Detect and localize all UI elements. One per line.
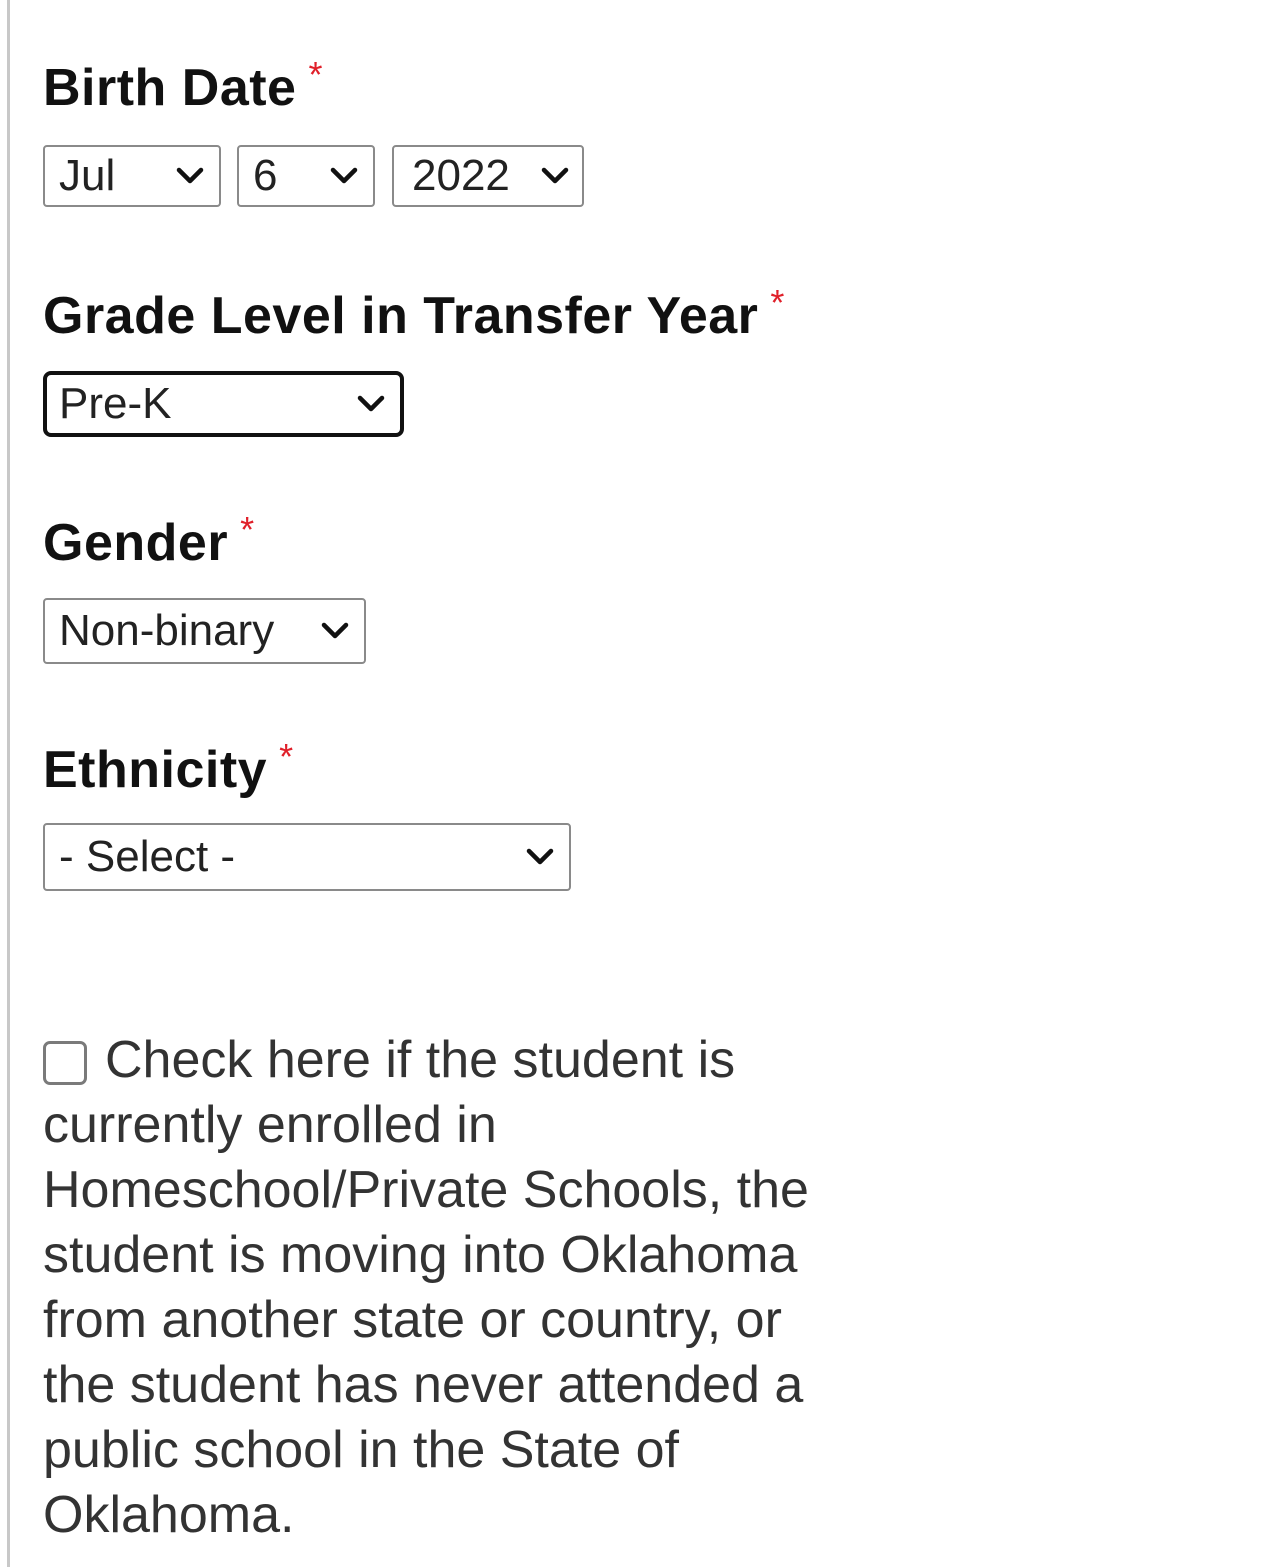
required-asterisk: * — [279, 736, 294, 777]
gender-label: Gender * — [43, 509, 255, 573]
gender-select[interactable]: Non-binary — [43, 598, 366, 664]
birth-year-value: 2022 — [412, 151, 510, 200]
chevron-down-icon — [357, 395, 385, 412]
chevron-down-icon — [321, 622, 349, 639]
birth-month-select[interactable]: Jul — [43, 145, 221, 207]
chevron-down-icon — [176, 167, 204, 184]
ethnicity-label-text: Ethnicity — [43, 741, 268, 799]
birth-month-value: Jul — [59, 151, 116, 200]
enrollment-checkbox-label[interactable]: Check here if the student is currently e… — [43, 1028, 863, 1548]
ethnicity-label: Ethnicity * — [43, 736, 294, 800]
left-border-rule — [7, 0, 10, 1567]
grade-level-select[interactable]: Pre-K — [43, 371, 404, 437]
grade-level-label: Grade Level in Transfer Year * — [43, 282, 785, 346]
ethnicity-select[interactable]: - Select - — [43, 823, 571, 891]
grade-level-value: Pre-K — [59, 379, 172, 428]
grade-level-label-text: Grade Level in Transfer Year — [43, 287, 759, 345]
gender-label-text: Gender — [43, 514, 229, 572]
required-asterisk: * — [308, 54, 323, 95]
ethnicity-value: - Select - — [59, 832, 236, 881]
required-asterisk: * — [770, 282, 785, 323]
birth-day-select[interactable]: 6 — [237, 145, 375, 207]
chevron-down-icon — [541, 167, 569, 184]
chevron-down-icon — [330, 167, 358, 184]
birth-date-label-text: Birth Date — [43, 59, 297, 117]
birth-day-value: 6 — [253, 151, 278, 200]
required-asterisk: * — [240, 509, 255, 550]
gender-value: Non-binary — [59, 606, 275, 655]
birth-year-select[interactable]: 2022 — [392, 145, 584, 207]
birth-date-label: Birth Date * — [43, 54, 323, 118]
chevron-down-icon — [526, 848, 554, 865]
